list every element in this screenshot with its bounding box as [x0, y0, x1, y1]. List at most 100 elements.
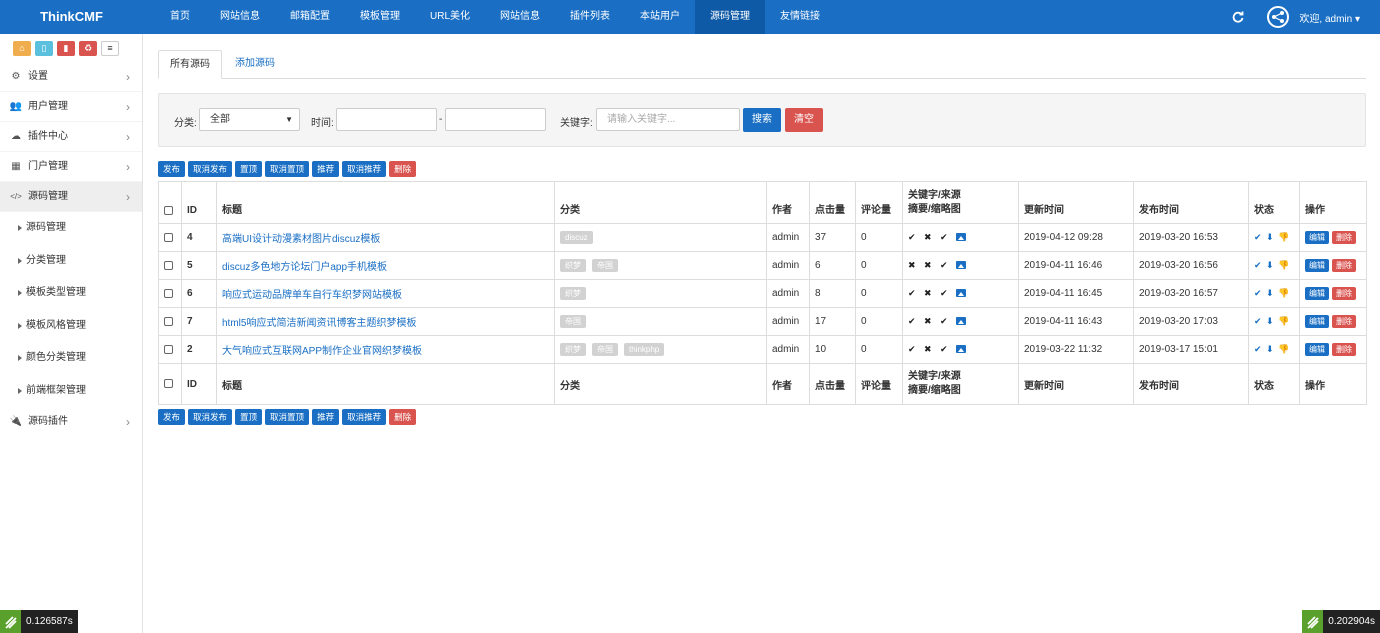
home-icon[interactable]: ⌂	[13, 40, 31, 56]
published-check-icon[interactable]: ✔	[1254, 288, 1266, 299]
recommend-thumb-icon[interactable]: 👎	[1278, 288, 1290, 299]
recommend-thumb-icon[interactable]: 👎	[1278, 260, 1290, 271]
row-title-link[interactable]: 高端UI设计动漫素材图片discuz模板	[222, 234, 380, 245]
top-arrow-icon[interactable]: ⬇	[1266, 232, 1278, 243]
nav-item[interactable]: 插件列表	[555, 0, 625, 34]
bulk-action-button[interactable]: 取消置顶	[265, 161, 310, 177]
check-icon: ✔	[940, 316, 948, 326]
nav-item[interactable]: 网站信息	[485, 0, 555, 34]
sidebar-item[interactable]: ☁ 插件中心 ›	[0, 122, 142, 152]
top-arrow-icon[interactable]: ⬇	[1266, 316, 1278, 327]
sidebar-subitem[interactable]: 前端框架管理	[0, 375, 142, 408]
row-checkbox[interactable]	[164, 316, 173, 326]
bulk-action-button[interactable]: 发布	[158, 161, 186, 177]
published-check-icon[interactable]: ✔	[1254, 260, 1266, 271]
nav-item[interactable]: 邮箱配置	[275, 0, 345, 34]
file-icon[interactable]: ▯	[35, 40, 53, 56]
delete-button[interactable]: 删除	[1332, 259, 1356, 272]
tab-add-source[interactable]: 添加源码	[224, 50, 286, 79]
edit-button[interactable]: 编辑	[1305, 287, 1329, 300]
edit-button[interactable]: 编辑	[1305, 231, 1329, 244]
recommend-thumb-icon[interactable]: 👎	[1278, 232, 1290, 243]
trash-icon[interactable]: ▮	[57, 40, 75, 56]
nav-item[interactable]: 首页	[155, 0, 205, 34]
bulk-action-button[interactable]: 删除	[389, 161, 417, 177]
debug-timer-right[interactable]: 0.202904s	[1302, 610, 1380, 633]
bulk-action-button[interactable]: 置顶	[235, 161, 263, 177]
select-all-checkbox-bottom[interactable]	[164, 379, 173, 389]
top-arrow-icon[interactable]: ⬇	[1266, 344, 1278, 355]
start-time-input[interactable]	[336, 108, 437, 131]
sidebar-item[interactable]: 🔌 源码插件 ›	[0, 407, 142, 437]
row-title-link[interactable]: 大气响应式互联网APP制作企业官网织梦模板	[222, 346, 422, 357]
category-select[interactable]: 全部 ▼	[199, 108, 300, 131]
image-icon	[956, 289, 966, 298]
sidebar-item[interactable]: ▦ 门户管理 ›	[0, 152, 142, 182]
foot-comments: 评论量	[855, 363, 903, 405]
bulk-action-button[interactable]: 置顶	[235, 409, 263, 425]
recommend-thumb-icon[interactable]: 👎	[1278, 316, 1290, 327]
delete-button[interactable]: 删除	[1332, 231, 1356, 244]
source-table: ID 标题 分类 作者 点击量 评论量 关键字/来源 摘要/缩略图 更新时间 发…	[158, 181, 1367, 405]
nav-item[interactable]: 源码管理	[695, 0, 766, 34]
delete-button[interactable]: 删除	[1332, 315, 1356, 328]
bulk-action-button[interactable]: 推荐	[312, 409, 340, 425]
row-checkbox[interactable]	[164, 344, 173, 354]
tab-all-sources[interactable]: 所有源码	[158, 50, 222, 79]
delete-button[interactable]: 删除	[1332, 343, 1356, 356]
row-checkbox[interactable]	[164, 232, 173, 242]
published-check-icon[interactable]: ✔	[1254, 344, 1266, 355]
keyword-input[interactable]: 请输入关键字...	[596, 108, 740, 131]
end-time-input[interactable]	[445, 108, 546, 131]
bulk-action-button[interactable]: 推荐	[312, 161, 340, 177]
bulk-action-button[interactable]: 取消推荐	[342, 409, 387, 425]
top-arrow-icon[interactable]: ⬇	[1266, 260, 1278, 271]
leaf-icon	[0, 610, 21, 633]
search-button[interactable]: 搜索	[743, 108, 781, 132]
bulk-action-button[interactable]: 取消发布	[188, 161, 233, 177]
nav-item[interactable]: 本站用户	[625, 0, 695, 34]
check-icon: ✔	[908, 232, 916, 242]
sidebar-item[interactable]: </> 源码管理 ›	[0, 182, 142, 212]
top-arrow-icon[interactable]: ⬇	[1266, 288, 1278, 299]
clear-button[interactable]: 清空	[785, 108, 823, 132]
bulk-action-button[interactable]: 取消推荐	[342, 161, 387, 177]
bulk-action-button[interactable]: 取消发布	[188, 409, 233, 425]
row-title-link[interactable]: html5响应式简洁新闻资讯博客主题织梦模板	[222, 318, 416, 329]
share-icon[interactable]	[1267, 6, 1290, 28]
delete-button[interactable]: 删除	[1332, 287, 1356, 300]
nav-item[interactable]: 友情链接	[765, 0, 835, 34]
edit-button[interactable]: 编辑	[1305, 315, 1329, 328]
refresh-icon[interactable]	[1227, 0, 1249, 34]
user-menu[interactable]: 欢迎, admin ▾	[1299, 10, 1360, 25]
nav-item[interactable]: 网站信息	[205, 0, 275, 34]
list-icon[interactable]: ≡	[101, 40, 119, 56]
debug-timer-left[interactable]: 0.126587s	[0, 610, 78, 633]
sidebar-subitem[interactable]: 分类管理	[0, 245, 142, 278]
brand-logo[interactable]: ThinkCMF	[0, 0, 143, 34]
sidebar-subitem[interactable]: 模板风格管理	[0, 310, 142, 343]
sidebar-item[interactable]: 👥 用户管理 ›	[0, 92, 142, 122]
row-published: 2019-03-20 16:53	[1133, 223, 1249, 252]
sidebar-subitem[interactable]: 颜色分类管理	[0, 342, 142, 375]
row-title-link[interactable]: discuz多色地方论坛门户app手机模板	[222, 262, 387, 273]
bulk-action-button[interactable]: 发布	[158, 409, 186, 425]
sidebar-subitem[interactable]: 模板类型管理	[0, 277, 142, 310]
sidebar-item[interactable]: ⚙ 设置 ›	[0, 62, 142, 92]
check-icon: ✔	[940, 344, 948, 354]
row-checkbox[interactable]	[164, 288, 173, 298]
bulk-action-button[interactable]: 删除	[389, 409, 417, 425]
published-check-icon[interactable]: ✔	[1254, 316, 1266, 327]
recycle-icon[interactable]: ♻	[79, 40, 97, 56]
published-check-icon[interactable]: ✔	[1254, 232, 1266, 243]
sidebar-subitem[interactable]: 源码管理	[0, 212, 142, 245]
edit-button[interactable]: 编辑	[1305, 343, 1329, 356]
row-checkbox[interactable]	[164, 260, 173, 270]
nav-item[interactable]: URL美化	[415, 0, 485, 34]
bulk-action-button[interactable]: 取消置顶	[265, 409, 310, 425]
select-all-checkbox[interactable]	[164, 205, 173, 215]
recommend-thumb-icon[interactable]: 👎	[1278, 344, 1290, 355]
row-title-link[interactable]: 响应式运动品牌单车自行车织梦网站模板	[222, 290, 402, 301]
edit-button[interactable]: 编辑	[1305, 259, 1329, 272]
nav-item[interactable]: 模板管理	[345, 0, 415, 34]
